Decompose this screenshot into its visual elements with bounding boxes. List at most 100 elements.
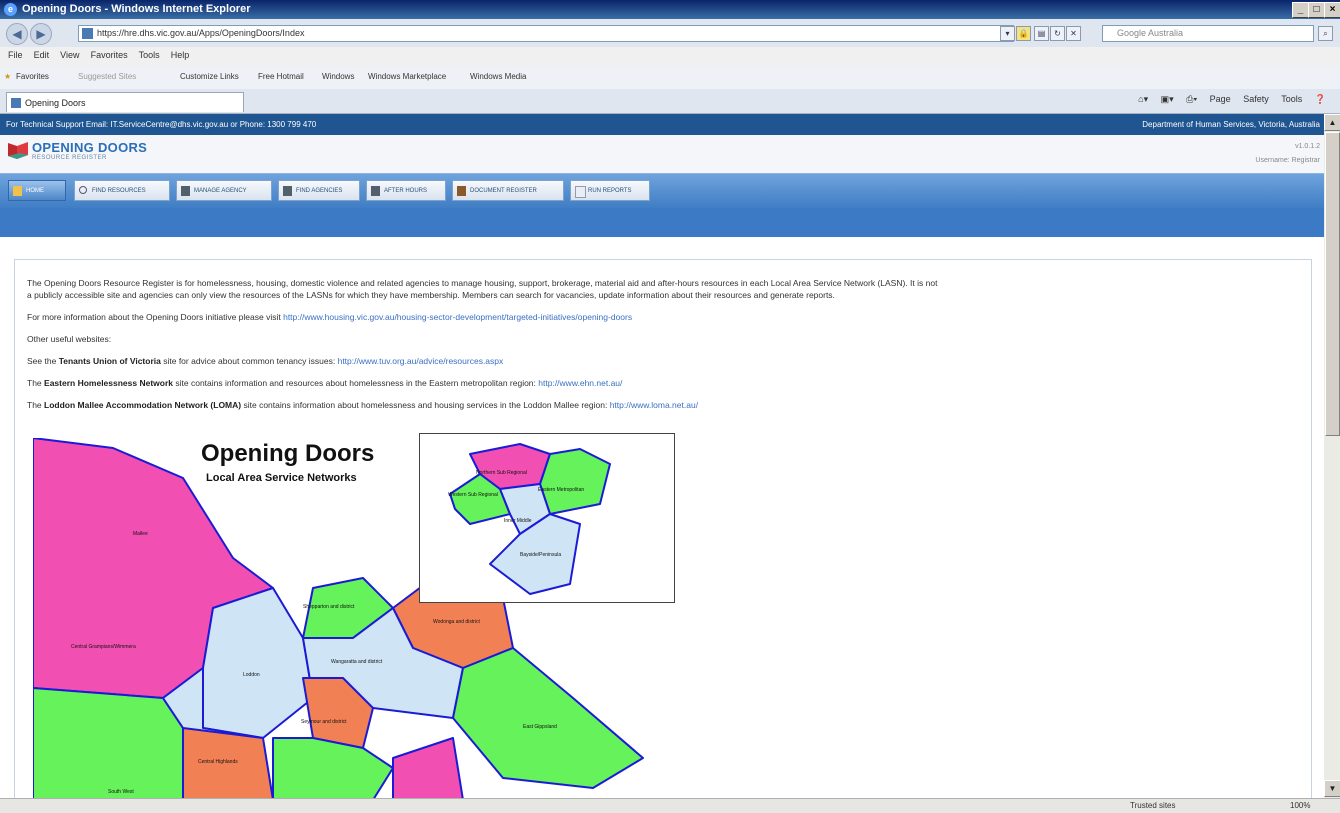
more-info-paragraph: For more information about the Opening D… [27,312,633,322]
scroll-up-icon[interactable]: ▲ [1324,114,1340,131]
brand-subtitle: RESOURCE REGISTER [32,155,107,161]
main-navigation: HOME FIND RESOURCES MANAGE AGENCY FIND A… [0,173,1324,209]
feeds-icon[interactable]: ▣▾ [1161,94,1174,104]
magnifier-icon [79,186,87,194]
close-button[interactable]: × [1324,2,1340,18]
fav-windows[interactable]: Windows [322,72,354,81]
compatibility-icon[interactable]: ▤ [1034,26,1049,41]
agency-search-icon [283,186,292,196]
region-loddon [202,587,314,739]
favorites-button[interactable]: Favorites [16,72,49,81]
search-icon[interactable]: ⌕ [1318,26,1333,41]
menu-edit[interactable]: Edit [34,50,50,60]
label-east-gippsland: East Gippsland [523,724,557,730]
support-text: For Technical Support Email: IT.ServiceC… [6,120,317,129]
nav-run-reports[interactable]: RUN REPORTS [570,180,650,201]
zoom-label[interactable]: 100% [1290,801,1310,810]
tuv-link[interactable]: http://www.tuv.org.au/advice/resources.a… [338,356,504,366]
nav-find-agencies[interactable]: FIND AGENCIES [278,180,360,201]
window-title-bar: e Opening Doors - Windows Internet Explo… [0,0,1340,19]
nav-find-resources[interactable]: FIND RESOURCES [74,180,170,201]
agency-icon [181,186,190,196]
tools-menu[interactable]: Tools [1281,94,1302,104]
page-menu[interactable]: Page [1210,94,1231,104]
ehn-paragraph: The Eastern Homelessness Network site co… [27,378,623,388]
metro-map: Northern Sub Regional Western Sub Region… [448,443,611,595]
map-subtitle: Local Area Service Networks [206,472,357,484]
favorites-bar: ★ Favorites Suggested Sites Customize Li… [0,66,1340,90]
search-input[interactable]: Google Australia [1102,25,1314,42]
clock-icon [371,186,380,196]
support-bar: For Technical Support Email: IT.ServiceC… [0,114,1324,135]
lock-icon[interactable]: 🔒 [1016,26,1031,41]
map-title: Opening Doors [201,440,375,467]
label-central-highlands: Central Highlands [198,759,238,765]
sub-navigation-bar [0,208,1324,237]
menu-bar: File Edit View Favorites Tools Help [0,47,1340,67]
zone-label: Trusted sites [1130,801,1176,810]
window-title: Opening Doors - Windows Internet Explore… [22,3,251,15]
address-input[interactable]: https://hre.dhs.vic.gov.au/Apps/OpeningD… [78,25,1014,42]
menu-file[interactable]: File [8,50,23,60]
other-sites-label: Other useful websites: [27,334,112,344]
fav-windows-media[interactable]: Windows Media [470,72,526,81]
opening-doors-link[interactable]: http://www.housing.vic.gov.au/housing-se… [283,312,632,322]
ie-logo-icon: e [4,3,17,16]
nav-document-register[interactable]: DOCUMENT REGISTER [452,180,564,201]
address-toolbar: ◀ ▶ https://hre.dhs.vic.gov.au/Apps/Open… [0,19,1340,47]
label-inner-middle: Inner Middle [504,518,532,524]
help-icon[interactable]: ❓ [1315,94,1326,104]
site-favicon-icon [82,28,93,39]
label-mallee: Mallee [133,531,148,537]
region-west-gippsland [272,737,394,798]
nav-manage-agency[interactable]: MANAGE AGENCY [176,180,272,201]
version-label: v1.0.1.2 [1295,143,1320,150]
menu-favorites[interactable]: Favorites [91,50,128,60]
region-south-gippsland [392,737,464,798]
tuv-paragraph: See the Tenants Union of Victoria site f… [27,356,504,366]
fav-customize-links[interactable]: Customize Links [180,72,239,81]
label-bayside: Bayside/Peninsula [520,552,561,558]
web-page: For Technical Support Email: IT.ServiceC… [0,114,1324,798]
minimize-button[interactable]: _ [1292,2,1309,18]
metro-inset-map: Northern Sub Regional Western Sub Region… [419,433,675,603]
tab-favicon-icon [11,98,21,108]
dropdown-icon[interactable]: ▾ [1000,26,1015,41]
favorites-star-icon: ★ [4,72,12,81]
nav-after-hours[interactable]: AFTER HOURS [366,180,446,201]
refresh-icon[interactable]: ↻ [1050,26,1065,41]
vertical-scrollbar[interactable]: ▲ ▼ [1324,114,1340,798]
scroll-down-icon[interactable]: ▼ [1324,780,1340,797]
content-panel: The Opening Doors Resource Register is f… [14,259,1312,798]
maximize-button[interactable]: □ [1308,2,1325,18]
home-icon[interactable]: ⌂▾ [1138,94,1148,104]
fav-windows-marketplace[interactable]: Windows Marketplace [368,72,446,81]
tab-opening-doors[interactable]: Opening Doors [6,92,244,112]
nav-home[interactable]: HOME [8,180,66,201]
tab-row: Opening Doors ⌂▾ ▣▾ ⎙▾ Page Safety Tools… [0,89,1340,114]
status-bar: Trusted sites 100% [0,798,1340,813]
print-icon[interactable]: ⎙▾ [1186,94,1197,104]
label-wodonga: Wodonga and district [433,619,480,625]
stop-icon[interactable]: ✕ [1066,26,1081,41]
loma-link[interactable]: http://www.loma.net.au/ [610,400,698,410]
department-text: Department of Human Services, Victoria, … [1142,120,1320,129]
document-icon [457,186,466,196]
label-central-grampians: Central Grampians/Wimmera [71,644,136,650]
ehn-link[interactable]: http://www.ehn.net.au/ [538,378,622,388]
brand-header: OPENING DOORS RESOURCE REGISTER v1.0.1.2… [0,135,1324,173]
search-placeholder: Google Australia [1117,28,1184,38]
menu-tools[interactable]: Tools [139,50,160,60]
label-northern-sub: Northern Sub Regional [476,470,527,476]
fav-suggested-sites[interactable]: Suggested Sites [78,72,136,81]
fav-free-hotmail[interactable]: Free Hotmail [258,72,304,81]
safety-menu[interactable]: Safety [1243,94,1269,104]
label-eastern-metro: Eastern Metropolitan [538,487,584,493]
menu-help[interactable]: Help [171,50,190,60]
back-icon[interactable]: ◀ [6,23,28,45]
forward-icon[interactable]: ▶ [30,23,52,45]
intro-line-1: The Opening Doors Resource Register is f… [27,278,938,288]
menu-view[interactable]: View [60,50,79,60]
label-wangaratta: Wangaratta and district [331,659,383,665]
scroll-thumb[interactable] [1325,132,1340,436]
